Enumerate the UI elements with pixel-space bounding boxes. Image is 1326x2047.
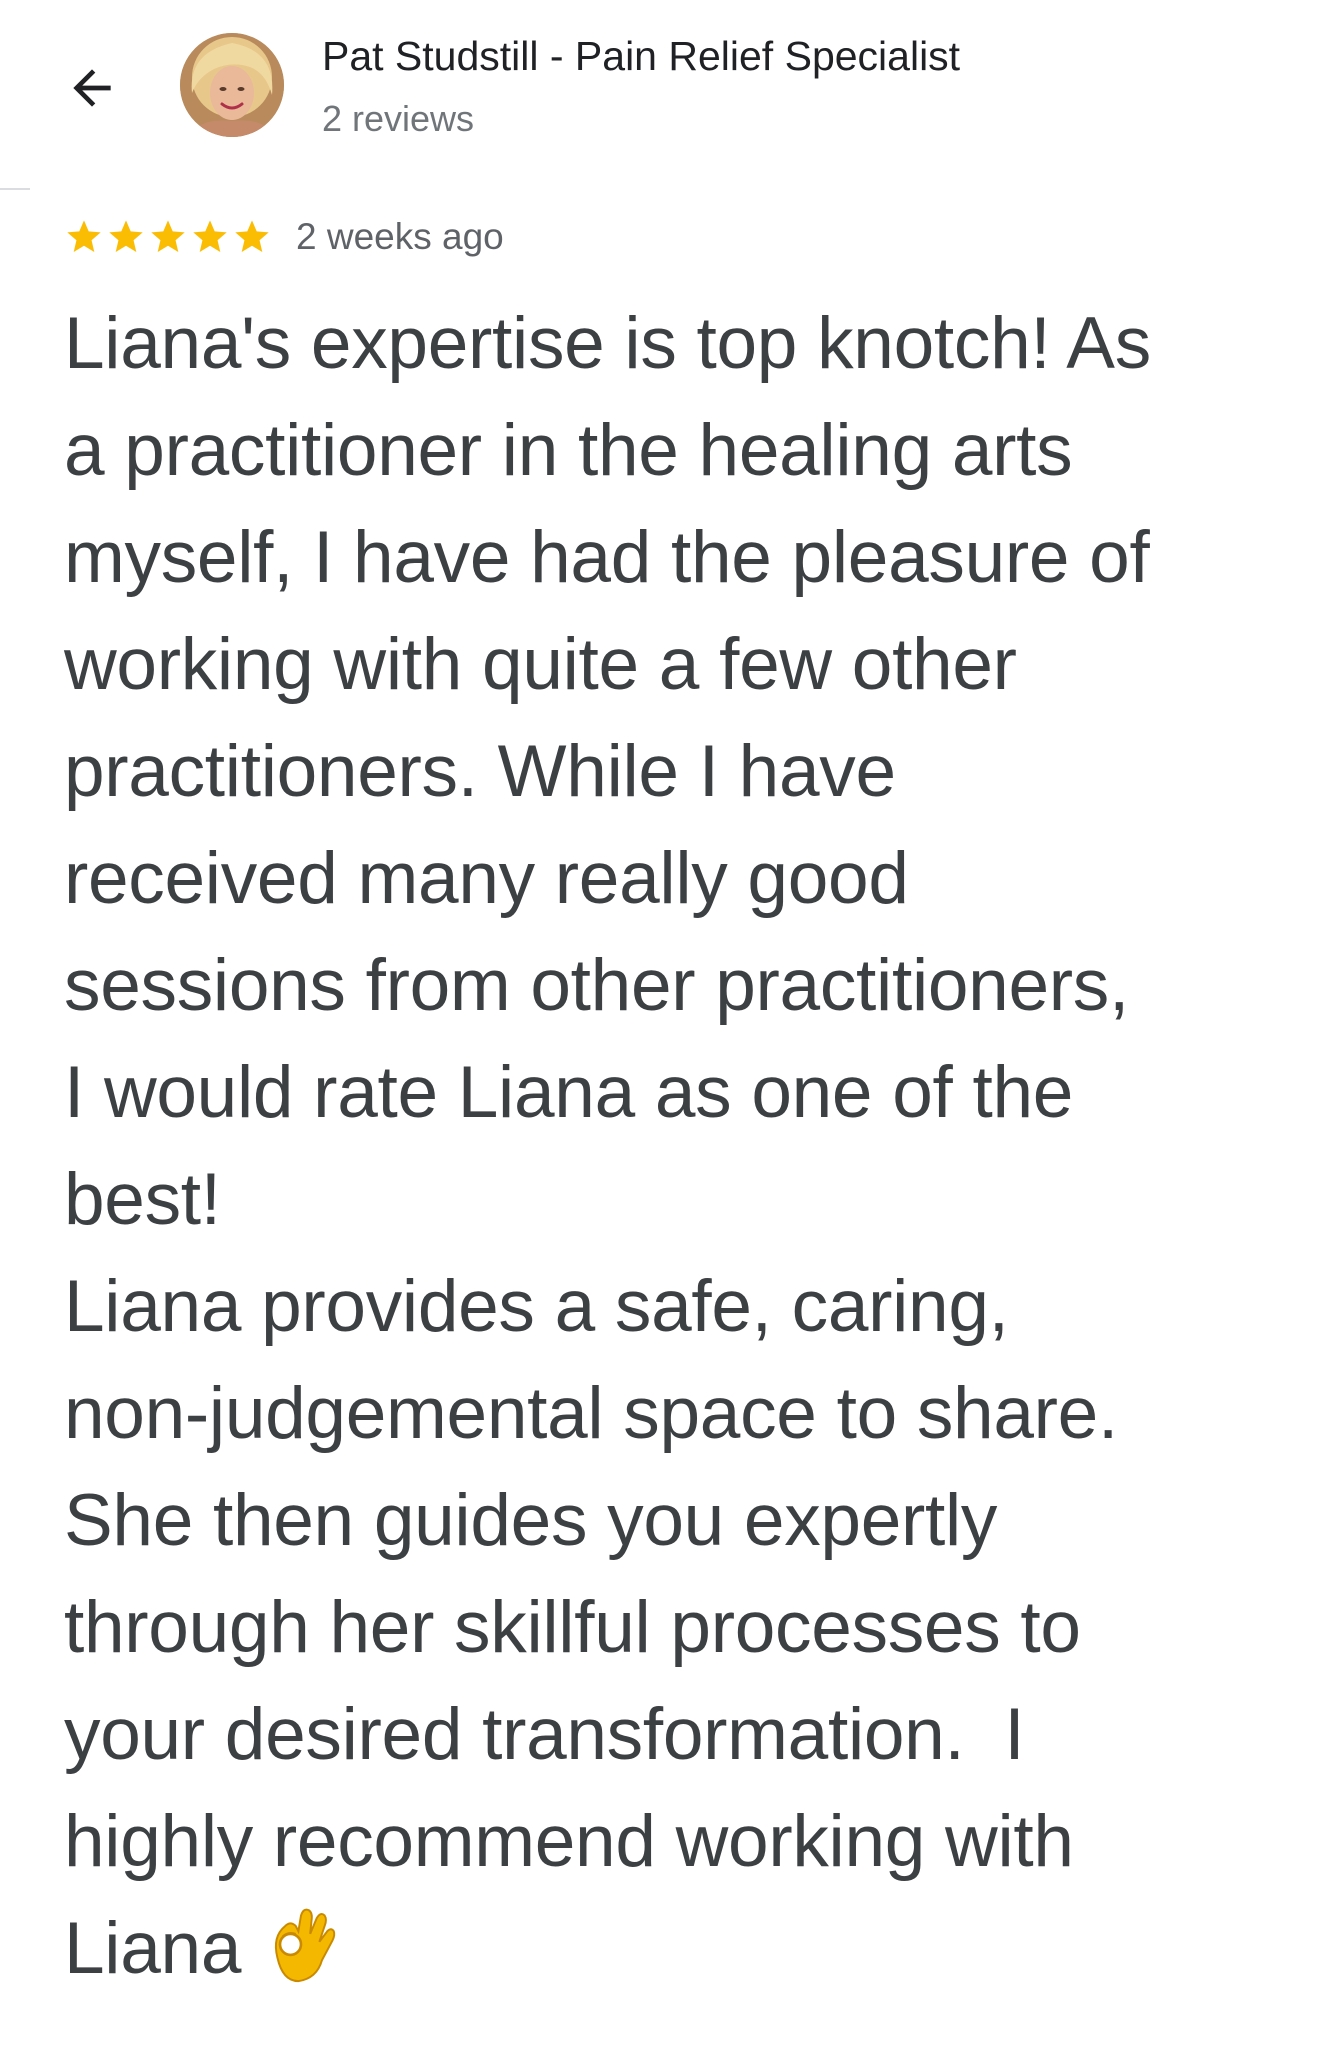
review-line-text: myself, I have had the pleasure of xyxy=(64,517,1150,598)
review-text-line: Liana's expertise is top knotch! As xyxy=(64,290,1304,397)
review-line-text: through her skillful processes to xyxy=(64,1587,1081,1668)
star-icon xyxy=(109,220,143,252)
review-text: Liana's expertise is top knotch! As a pra… xyxy=(64,290,1304,2002)
review-line-text: a practitioner in the healing arts xyxy=(64,410,1073,491)
review-line-text: non-judgemental space to share. xyxy=(64,1373,1118,1454)
review-text-line: highly recommend working with xyxy=(64,1788,1304,1895)
review-line-text: She then guides you expertly xyxy=(64,1480,998,1561)
review-line-text: Liana xyxy=(64,1908,242,1989)
review-line-text: highly recommend working with xyxy=(64,1801,1074,1882)
reviewer-name[interactable]: Pat Studstill - Pain Relief Specialist xyxy=(322,30,960,82)
star-icon xyxy=(235,220,269,252)
review-line-text: received many really good xyxy=(64,838,909,919)
review-line-text: working with quite a few other xyxy=(64,624,1017,705)
star-icon xyxy=(193,220,227,252)
review-text-line: I would rate Liana as one of the xyxy=(64,1039,1304,1146)
avatar-image xyxy=(180,33,284,137)
review-text-line: working with quite a few other xyxy=(64,611,1304,718)
reviewer-avatar[interactable] xyxy=(180,33,284,137)
star-icon xyxy=(151,220,185,252)
review-text-line: through her skillful processes to xyxy=(64,1574,1304,1681)
review-text-line: received many really good xyxy=(64,825,1304,932)
review-text-line: a practitioner in the healing arts xyxy=(64,397,1304,504)
review-page: Pat Studstill - Pain Relief Specialist 2… xyxy=(0,0,1326,2047)
review-text-line: Liana xyxy=(64,1895,1304,2002)
star-rating xyxy=(64,217,272,257)
review-text-line: myself, I have had the pleasure of xyxy=(64,504,1304,611)
reviewer-review-count: 2 reviews xyxy=(322,98,475,139)
review-text-line: your desired transformation. I xyxy=(64,1681,1304,1788)
review-line-text: sessions from other practitioners, xyxy=(64,945,1129,1026)
review-text-line: Liana provides a safe, caring, xyxy=(64,1253,1304,1360)
review-line-text: Liana provides a safe, caring, xyxy=(64,1266,1009,1347)
ok-hand-emoji-icon xyxy=(275,1908,336,1982)
review-text-line: practitioners. While I have xyxy=(64,718,1304,825)
review-header: Pat Studstill - Pain Relief Specialist 2… xyxy=(0,0,1326,188)
arrow-back-icon xyxy=(73,69,111,107)
review-line-text: I would rate Liana as one of the xyxy=(64,1052,1074,1133)
rating-row: 2 weeks ago xyxy=(64,210,504,264)
header-divider xyxy=(0,188,30,190)
review-line-text: your desired transformation. I xyxy=(64,1694,1025,1775)
review-text-line: non-judgemental space to share. xyxy=(64,1360,1304,1467)
back-button[interactable] xyxy=(52,48,132,128)
review-text-line: She then guides you expertly xyxy=(64,1467,1304,1574)
star-icon xyxy=(67,220,101,252)
review-date: 2 weeks ago xyxy=(296,216,504,257)
review-line-text: Liana's expertise is top knotch! As xyxy=(64,303,1151,384)
review-text-line: best! xyxy=(64,1146,1304,1253)
review-line-text: best! xyxy=(64,1159,221,1240)
review-text-line: sessions from other practitioners, xyxy=(64,932,1304,1039)
review-line-text: practitioners. While I have xyxy=(64,731,896,812)
